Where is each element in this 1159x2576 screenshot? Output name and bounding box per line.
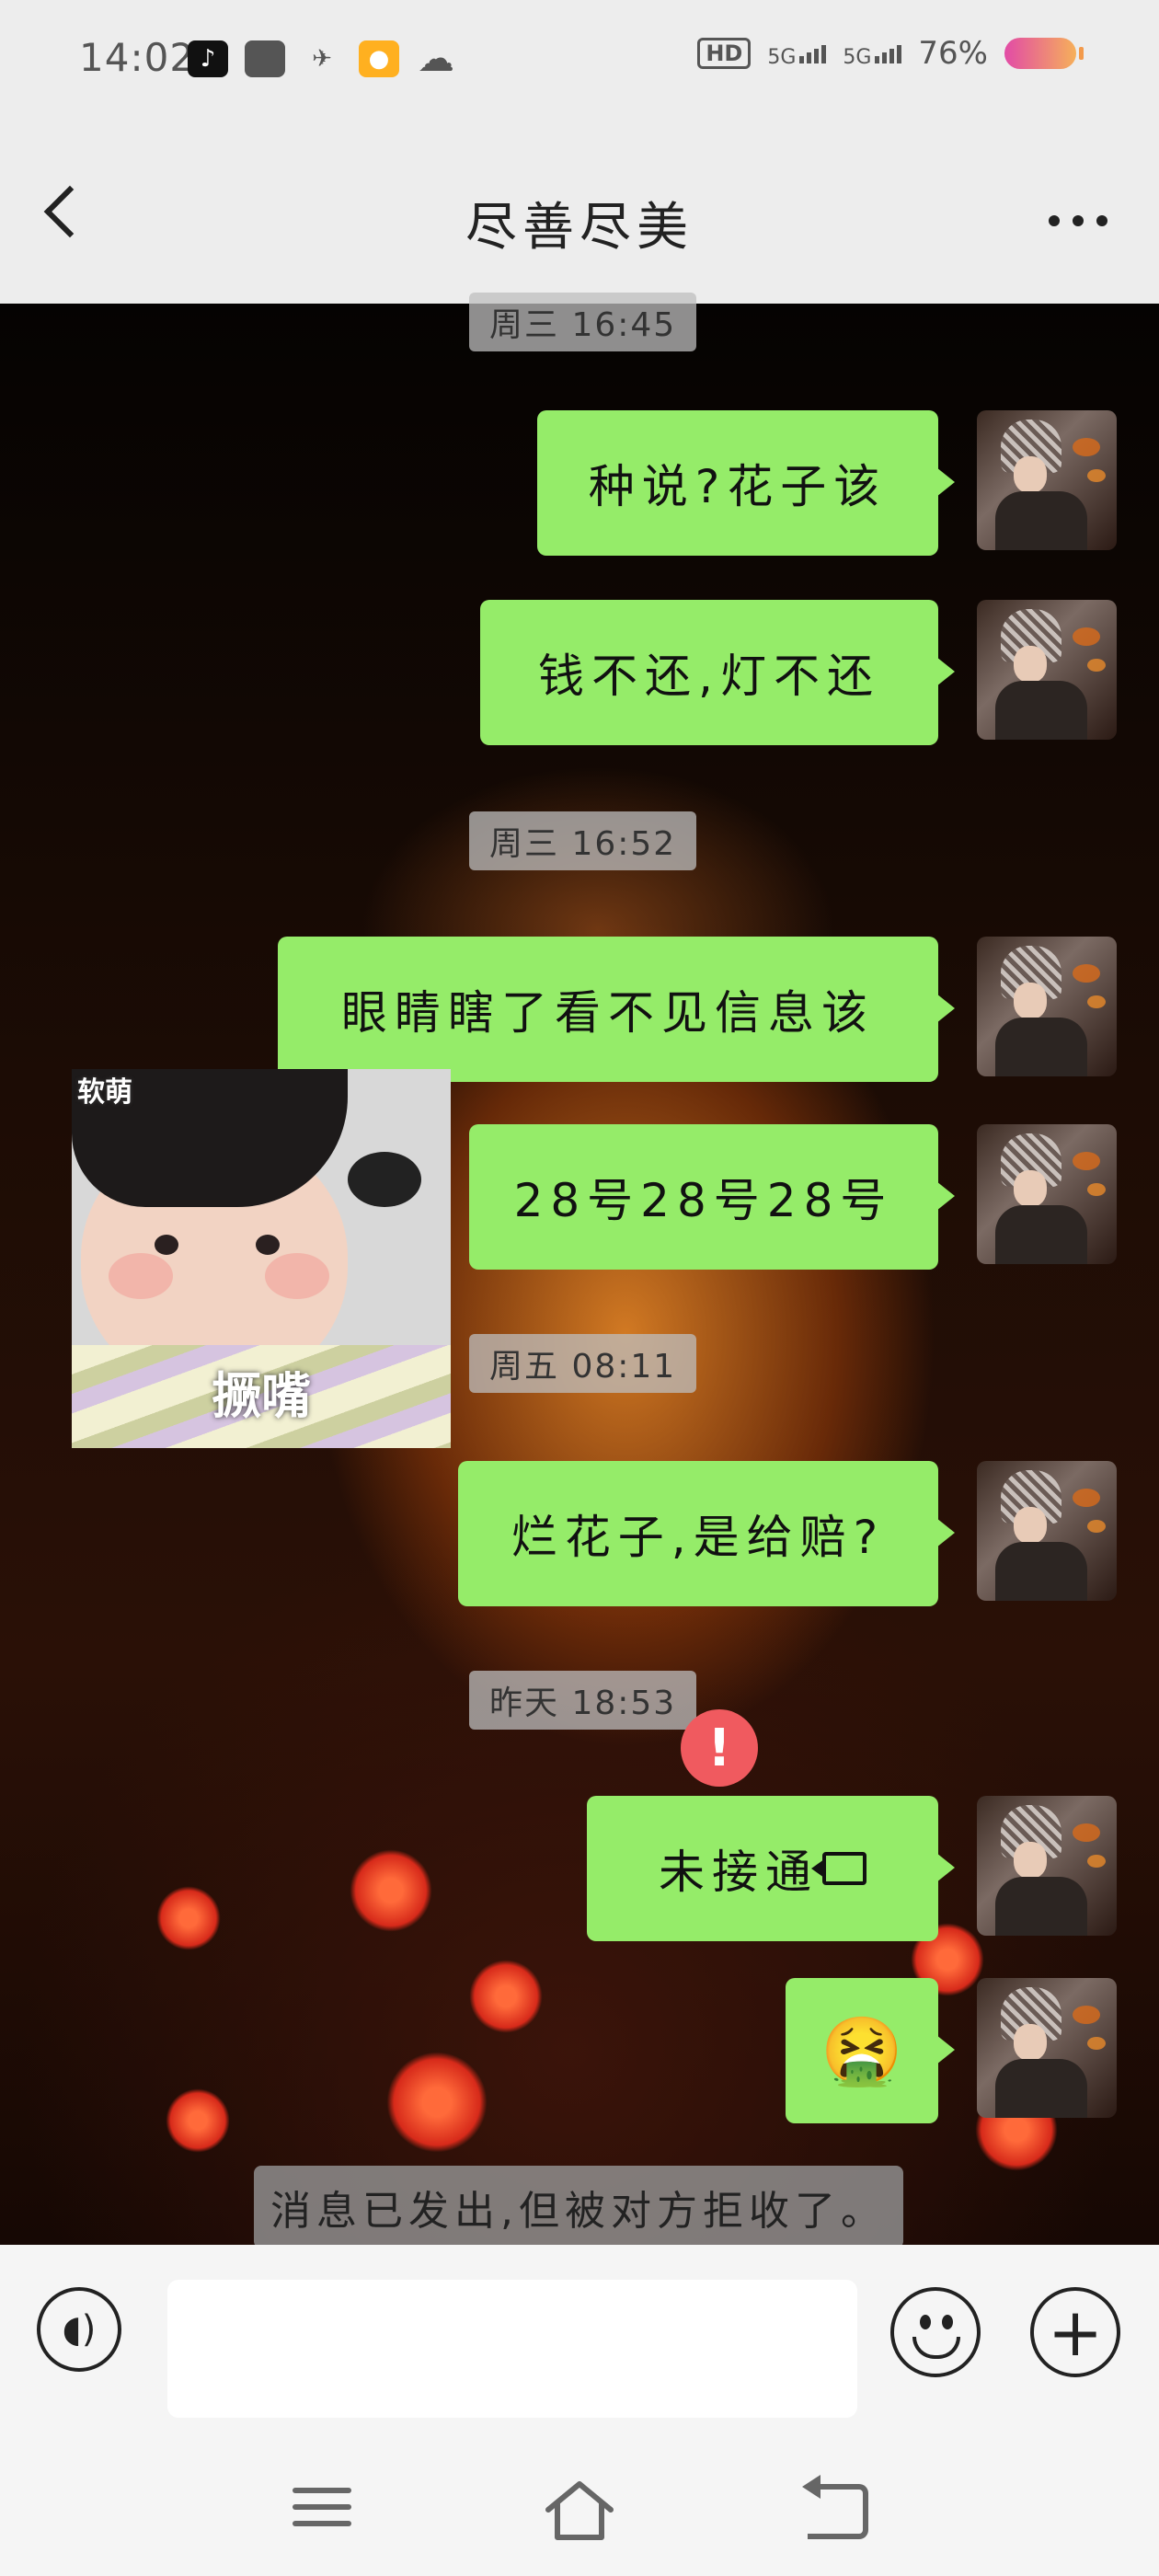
call-status-label: 未接通 [659,1846,819,1899]
battery-percent: 76% [918,35,988,72]
signal-icon: 5G [767,35,827,72]
duck-icon: ● [359,40,399,77]
video-call-icon [811,1852,866,1885]
avatar[interactable] [977,410,1117,550]
plus-icon[interactable]: + [1030,2287,1120,2377]
message-bubble[interactable]: 眼睛瞎了看不见信息该 [278,937,955,1082]
cloud-icon: ☁ [418,38,454,80]
message-timestamp: 周三 16:45 [469,293,697,351]
voice-input-icon[interactable]: ◖) [37,2287,121,2372]
message-input[interactable] [167,2280,857,2418]
square-app-icon [245,40,285,77]
message-bubble[interactable]: 28号28号28号 [469,1124,955,1270]
message-timestamp: 周五 08:11 [469,1334,697,1393]
avatar[interactable] [977,600,1117,740]
emoji-bubble[interactable]: 🤮 [786,1978,955,2123]
message-bubble[interactable]: 钱不还,灯不还 [480,600,955,745]
status-right: HD 5G 5G 76% [697,35,1084,72]
status-app-icons: ♪ ✈ ● ☁ [188,38,456,80]
status-time: 14:02 [79,35,196,80]
call-bubble[interactable]: 未接通 [587,1796,955,1941]
avatar[interactable] [977,1461,1117,1601]
more-options-icon[interactable] [1049,215,1107,226]
avatar[interactable] [977,1796,1117,1936]
sticker-caption: 撅嘴 [212,1367,311,1425]
avatar[interactable] [977,937,1117,1076]
menu-icon[interactable] [293,2488,351,2526]
message-bubble[interactable]: 烂花子,是给赔? [458,1461,955,1606]
input-bar: ◖) + [0,2245,1159,2447]
baby-sticker[interactable]: 软萌 撅嘴 [72,1069,451,1448]
background-flower [166,2088,230,2153]
sticker-badge: 软萌 [77,1076,132,1109]
bird-icon: ✈ [312,45,332,73]
send-failed-icon[interactable]: ! [681,1709,758,1787]
status-bar: 14:02 ♪ ✈ ● ☁ HD 5G 5G 76% [0,0,1159,120]
back-nav-icon[interactable] [802,2475,868,2539]
message-bubble[interactable]: 种说?花子该 [537,410,955,556]
background-flower [386,2052,488,2153]
tiktok-icon: ♪ [188,40,228,77]
emoji-icon[interactable] [890,2287,981,2377]
background-flower [469,1960,543,2033]
chat-title: 尽善尽美 [465,198,694,258]
system-nav-bar [0,2447,1159,2576]
message-timestamp: 昨天 18:53 [469,1671,697,1730]
battery-icon [1004,38,1084,69]
chat-header: 尽善尽美 [0,120,1159,304]
avatar[interactable] [977,1978,1117,2118]
background-flower [350,1849,432,1932]
background-flower [156,1886,221,1950]
avatar[interactable] [977,1124,1117,1264]
rejected-notice: 消息已发出,但被对方拒收了。 [254,2166,903,2248]
hd-icon: HD [697,38,752,69]
message-timestamp: 周三 16:52 [469,811,697,870]
signal-icon-2: 5G [843,35,902,72]
home-icon[interactable] [543,2478,616,2543]
